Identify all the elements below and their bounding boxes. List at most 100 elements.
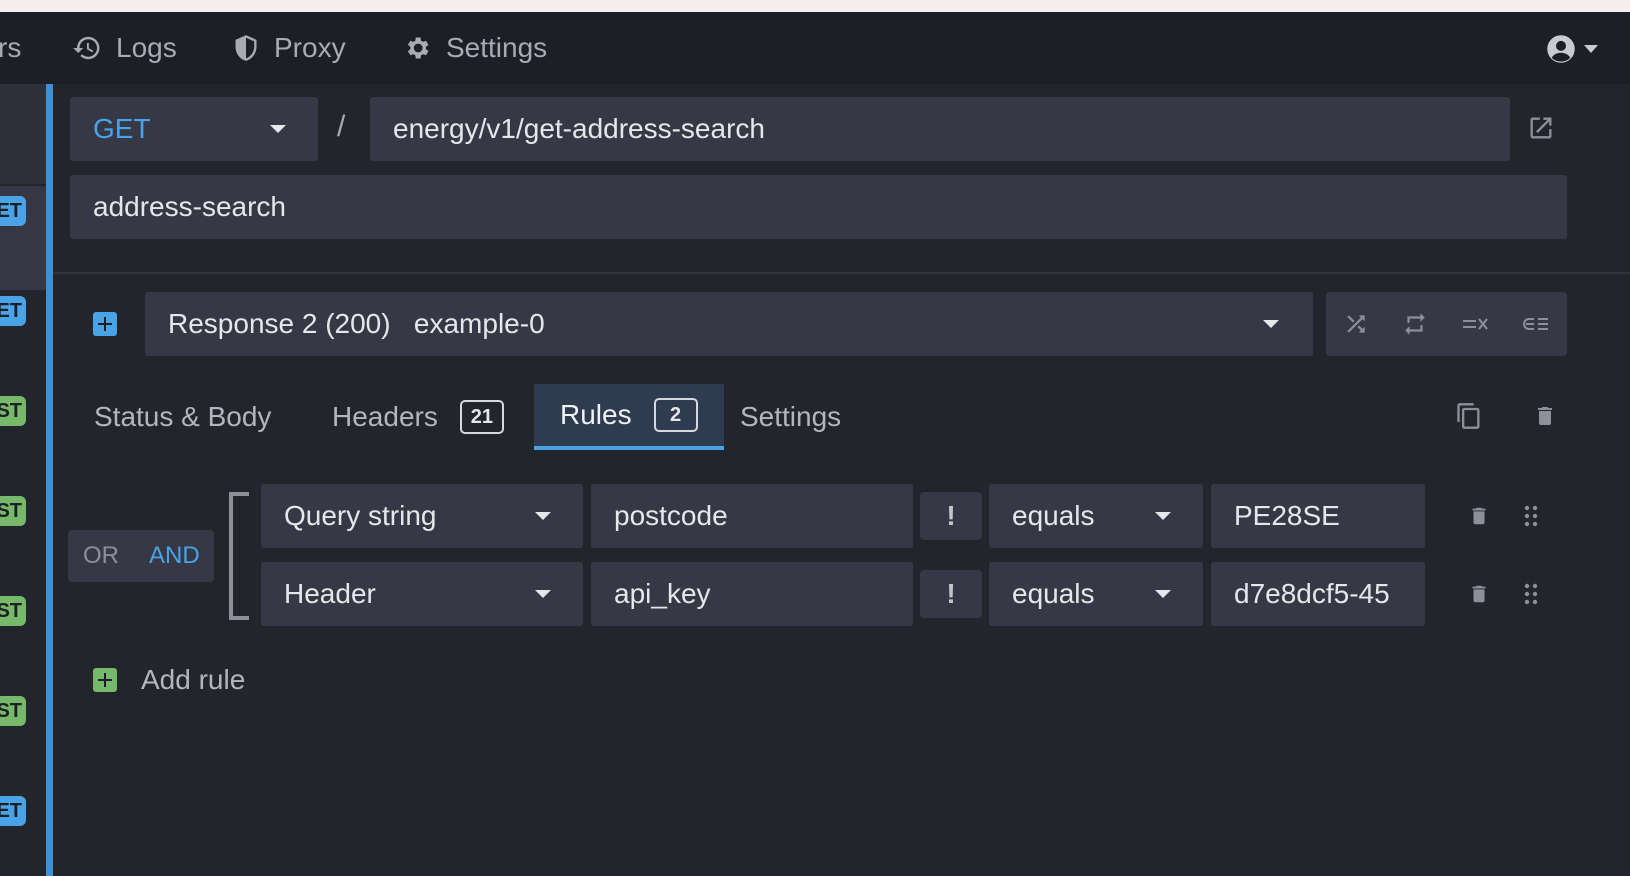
nav-proxy-label: Proxy <box>274 32 346 63</box>
nav-item-partial[interactable]: rs <box>0 24 21 72</box>
route-name-input[interactable]: address-search <box>70 175 1567 239</box>
tab-label: Headers <box>332 401 438 432</box>
user-menu-button[interactable] <box>1546 34 1600 64</box>
rule-operator-select[interactable]: equals <box>989 562 1203 626</box>
rule-operator-value: equals <box>1012 500 1095 531</box>
tab-settings[interactable]: Settings <box>714 384 867 450</box>
nav-logs-label: Logs <box>116 32 177 63</box>
external-link-icon <box>1530 117 1552 139</box>
section-divider <box>53 272 1630 274</box>
open-external-button[interactable] <box>1523 110 1559 146</box>
window-top-strip <box>0 0 1630 12</box>
rules-and-option[interactable]: AND <box>134 542 215 570</box>
random-response-button[interactable] <box>1338 306 1374 342</box>
rule-target-value: Header <box>284 578 376 609</box>
trash-icon <box>1472 585 1486 603</box>
disable-rules-button[interactable] <box>1457 306 1493 342</box>
rule-target-select[interactable]: Query string <box>261 484 583 548</box>
fallback-button[interactable] <box>1518 306 1554 342</box>
route-path-input[interactable]: energy/v1/get-address-search <box>370 97 1510 161</box>
method-badge: ST <box>0 496 26 526</box>
duplicate-response-button[interactable] <box>1451 398 1487 434</box>
gear-icon <box>407 37 429 59</box>
plus-square-icon <box>93 668 117 692</box>
top-navbar: rs Logs Proxy Settings <box>0 12 1630 84</box>
trash-icon <box>1538 407 1552 425</box>
delete-rule-button[interactable] <box>1463 578 1495 610</box>
chevron-down-icon <box>1584 45 1598 53</box>
add-rule-label: Add rule <box>141 664 246 695</box>
drag-dots-icon <box>1524 505 1538 527</box>
route-name-value: address-search <box>93 191 286 222</box>
nav-item-logs[interactable]: Logs <box>72 24 177 72</box>
tab-count-badge: 2 <box>653 398 698 432</box>
caret-down-icon <box>1155 512 1171 520</box>
rule-target-value: Query string <box>284 500 437 531</box>
tab-label: Rules <box>560 399 632 430</box>
rules-bracket <box>229 492 249 620</box>
method-badge: ST <box>0 696 26 726</box>
rule-negate-toggle[interactable]: ! <box>920 570 982 618</box>
copy-icon <box>1457 403 1480 429</box>
add-response-button[interactable] <box>91 310 119 338</box>
route-editor: GET / energy/v1/get-address-search addre… <box>53 84 1630 876</box>
trash-icon <box>1472 507 1486 525</box>
caret-down-icon <box>535 590 551 598</box>
sequential-response-button[interactable] <box>1397 306 1433 342</box>
user-avatar-icon <box>1547 35 1575 63</box>
rule-negate-toggle[interactable]: ! <box>920 492 982 540</box>
rule-value-input[interactable]: PE28SE <box>1211 484 1425 548</box>
sidebar-route-row[interactable] <box>0 84 46 184</box>
response-select[interactable]: Response 2 (200) example-0 <box>145 292 1313 356</box>
drag-handle[interactable] <box>1515 500 1547 532</box>
caret-down-icon <box>1263 320 1279 328</box>
drag-dots-icon <box>1524 583 1538 605</box>
rule-property-value: api_key <box>614 578 711 609</box>
drag-handle[interactable] <box>1515 578 1547 610</box>
route-path-value: energy/v1/get-address-search <box>393 113 765 144</box>
tab-count-badge: 21 <box>459 400 504 434</box>
plus-square-icon <box>93 312 117 336</box>
method-select[interactable]: GET <box>70 97 318 161</box>
add-rule-button[interactable]: Add rule <box>93 664 245 696</box>
rule-operator-select[interactable]: equals <box>989 484 1203 548</box>
rule-value: PE28SE <box>1234 500 1340 531</box>
caret-down-icon <box>270 125 286 133</box>
method-badge: ST <box>0 396 26 426</box>
tab-status-body[interactable]: Status & Body <box>68 384 297 450</box>
delete-rule-button[interactable] <box>1463 500 1495 532</box>
response-select-value: Response 2 (200) example-0 <box>168 308 545 339</box>
path-separator: / <box>337 110 346 143</box>
rule-target-select[interactable]: Header <box>261 562 583 626</box>
rule-value-input[interactable]: d7e8dcf5-45 <box>1211 562 1425 626</box>
subset-list-icon <box>1523 318 1548 330</box>
nav-partial-label: rs <box>0 32 22 63</box>
rules-operator-toggle[interactable]: OR AND <box>68 530 214 582</box>
routes-sidebar: ET ET ST ST ST ST ET <box>0 84 48 876</box>
repeat-icon <box>1405 313 1425 335</box>
delete-response-button[interactable] <box>1527 398 1563 434</box>
caret-down-icon <box>1155 590 1171 598</box>
method-badge: ET <box>0 796 26 826</box>
rule-operator-value: equals <box>1012 578 1095 609</box>
tab-rules[interactable]: Rules 2 <box>534 384 724 450</box>
rule-value: d7e8dcf5-45 <box>1234 578 1390 609</box>
rule-property-input[interactable]: postcode <box>591 484 913 548</box>
shuffle-icon <box>1347 315 1365 333</box>
method-badge: ET <box>0 196 26 226</box>
tab-label: Status & Body <box>94 401 272 432</box>
caret-down-icon <box>535 512 551 520</box>
nav-item-proxy[interactable]: Proxy <box>232 24 346 72</box>
method-select-value: GET <box>93 113 151 144</box>
tab-headers[interactable]: Headers 21 <box>306 384 530 450</box>
equals-x-icon <box>1463 318 1488 330</box>
nav-item-settings[interactable]: Settings <box>402 24 547 72</box>
response-mode-group <box>1326 292 1567 356</box>
history-icon <box>73 36 100 60</box>
rule-property-value: postcode <box>614 500 728 531</box>
tab-label: Settings <box>740 401 842 432</box>
method-badge: ET <box>0 296 26 326</box>
nav-settings-label: Settings <box>446 32 548 63</box>
rule-property-input[interactable]: api_key <box>591 562 913 626</box>
rules-or-option[interactable]: OR <box>68 542 134 570</box>
